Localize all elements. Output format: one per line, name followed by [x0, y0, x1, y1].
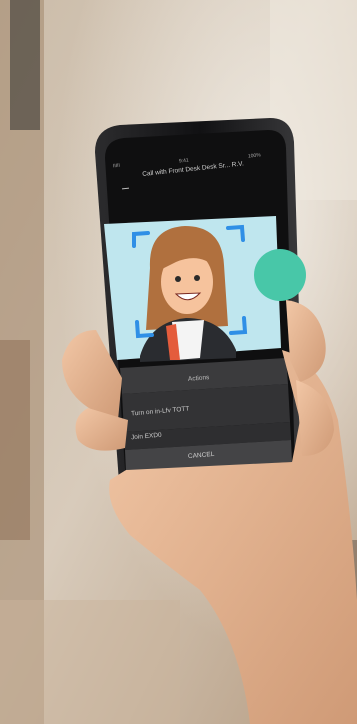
- photo-scene: [0, 0, 357, 724]
- status-signal: IIIII: [112, 162, 121, 170]
- status-time: 9:41: [178, 157, 190, 165]
- face-scan-card: [104, 216, 306, 362]
- scene-illustration: [0, 0, 357, 724]
